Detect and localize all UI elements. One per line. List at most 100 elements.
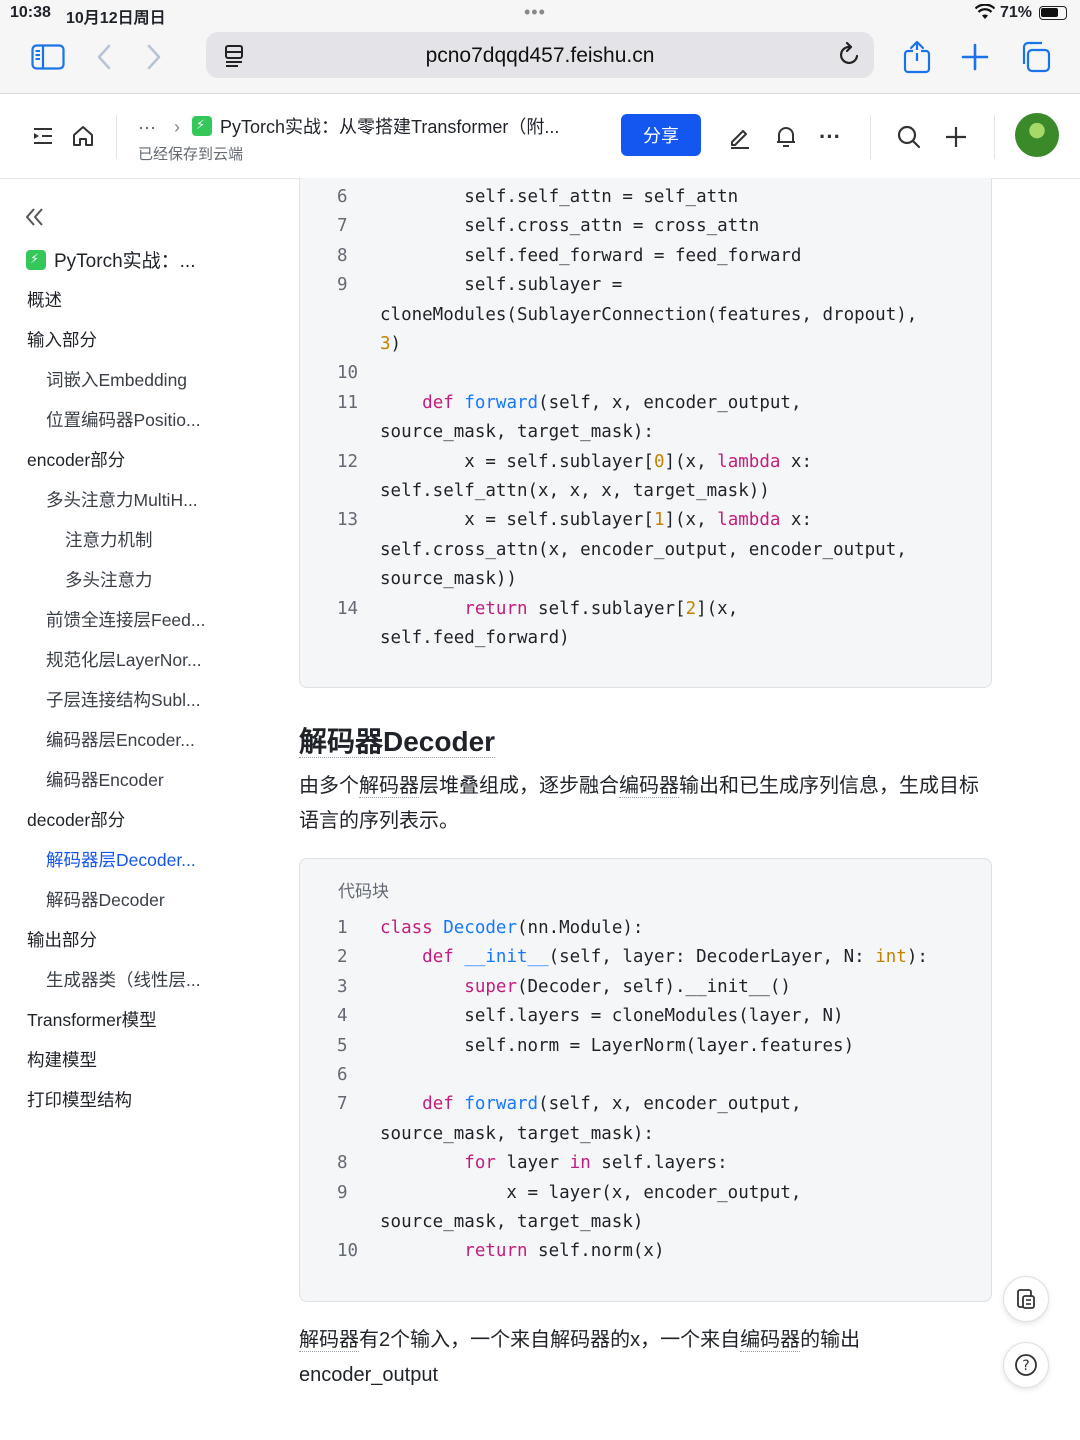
breadcrumb-more[interactable]: ··· [138,117,156,137]
code-text: class Decoder(nn.Module): [380,918,644,938]
toc-item[interactable]: 概述 [27,287,62,312]
share-sheet-icon[interactable] [900,40,934,74]
toc-doc-title[interactable]: PyTorch实战：... [26,246,195,273]
line-number: 12 [337,451,359,472]
code-line: source_mask, target_mask) [300,1208,991,1237]
avatar[interactable] [1015,113,1059,157]
toc-item[interactable]: 词嵌入Embedding [46,367,187,392]
toc-item[interactable]: 解码器Decoder [46,887,165,912]
copy-doc-icon[interactable] [1003,1276,1049,1322]
toc-icon[interactable] [30,123,56,149]
forward-icon[interactable] [142,40,166,74]
code-line: source_mask, target_mask): [300,1120,991,1149]
glossary-term[interactable]: 解码器 [359,775,419,798]
wifi-icon [974,3,996,24]
toc-item[interactable]: 解码器层Decoder... [46,847,196,872]
toc-item[interactable]: 输入部分 [27,327,97,352]
toc-item[interactable]: 多头注意力 [65,567,153,592]
code-text: self.feed_forward) [380,628,570,648]
code-text: x = self.sublayer[1](x, lambda x: [380,510,812,531]
line-number: 10 [337,363,359,384]
chevron-right-icon: › [173,117,180,137]
code-line: 5 self.norm = LayerNorm(layer.features) [300,1032,991,1061]
code-line: 4 self.layers = cloneModules(layer, N) [300,1002,991,1031]
section-heading: 解码器Decoder [299,720,496,760]
code-line: 9 self.sublayer = [300,271,991,300]
code-text: x = layer(x, encoder_output, [380,1182,802,1203]
code-text: return self.norm(x) [464,1241,665,1262]
toc-item[interactable]: 子层连接结构Subl... [46,687,201,712]
code-text: source_mask, target_mask): [380,422,654,443]
toc-item[interactable]: 生成器类（线性层... [46,967,201,992]
code-line: source_mask, target_mask): [300,418,991,447]
line-number: 1 [337,918,348,938]
code-line: 6 self.self_attn = self_attn [300,183,991,212]
back-icon[interactable] [92,40,116,74]
more-icon[interactable]: ··· [816,123,844,151]
paragraph: 解码器有2个输入，一个来自解码器的x，一个来自编码器的输出 encoder_out… [299,1329,861,1386]
code-line: self.cross_attn(x, encoder_output, encod… [300,536,991,565]
line-number: 6 [337,187,348,207]
code-text: return self.sublayer[2](x, [464,598,739,619]
toc-item[interactable]: 编码器Encoder [46,767,164,792]
code-text: self.cross_attn(x, encoder_output, encod… [380,539,907,560]
toc-item[interactable]: 多头注意力MultiH... [46,487,198,512]
edit-icon[interactable] [726,123,754,151]
address-bar[interactable]: pcno7dqqd457.feishu.cn [206,32,874,78]
share-button[interactable]: 分享 [621,114,701,156]
battery-icon [1039,6,1067,20]
toc-sidebar: PyTorch实战：... 概述输入部分词嵌入Embedding 位置编码器Pos… [0,180,260,1440]
code-line: 11 def forward(self, x, encoder_output, [300,389,991,418]
help-icon[interactable]: ? [1003,1342,1049,1388]
toc-item[interactable]: Transformer模型 [27,1007,157,1032]
line-number: 7 [337,216,348,237]
toc-item[interactable]: 规范化层LayerNor... [46,647,202,672]
glossary-term[interactable]: 编码器 [740,1329,801,1352]
code-text: def forward(self, x, encoder_output, [422,1094,802,1115]
code-line: 14 return self.sublayer[2](x, [300,595,991,624]
code-text: x = self.sublayer[0](x, lambda x: [380,451,812,472]
plus-icon[interactable] [942,123,970,151]
toc-item[interactable]: 构建模型 [27,1047,97,1072]
new-tab-icon[interactable] [960,40,990,74]
line-number: 8 [337,245,348,266]
code-line: cloneModules(SublayerConnection(features… [300,301,991,330]
line-number: 5 [337,1035,348,1056]
toc-item[interactable]: 前馈全连接层Feed... [46,607,205,632]
code-block[interactable]: 代码块 1 class Decoder(nn.Module): 2 def __in… [299,858,992,1302]
code-line: 13 x = self.sublayer[1](x, lambda x: [300,506,991,535]
section-paragraph: 由多个解码器层堆叠组成，逐步融合编码器输出和已生成序列信息，生成目标语言的序列表… [299,775,979,832]
glossary-term[interactable]: 编码器 [619,775,679,798]
sidebar-icon[interactable] [30,40,66,74]
multitask-dots-icon[interactable]: ••• [524,2,546,23]
svg-text:?: ? [1022,1358,1029,1374]
glossary-term[interactable]: 解码器 [299,1329,359,1352]
status-date: 10月12日周日 [66,10,166,27]
toc-item[interactable]: 注意力机制 [65,527,153,552]
toc-item[interactable]: encoder部分 [27,447,125,472]
toc-item[interactable]: 打印模型结构 [27,1087,132,1112]
toc-item[interactable]: 位置编码器Positio... [46,407,201,432]
code-line: 3) [300,330,991,359]
doc-header: ··· › PyTorch实战：从零搭建Transformer（附... 已经保存到… [0,95,1080,179]
search-icon[interactable] [895,123,923,151]
doc-title[interactable]: PyTorch实战：从零搭建Transformer（附... [220,117,559,137]
bell-icon[interactable] [772,123,800,151]
breadcrumb[interactable]: ··· › PyTorch实战：从零搭建Transformer（附... [138,113,559,139]
code-text: self.cross_attn = cross_attn [380,216,760,237]
line-number: 13 [337,510,359,531]
toc-item[interactable]: 输出部分 [27,927,97,952]
code-line: self.self_attn(x, x, x, target_mask)) [300,477,991,506]
code-text: def __init__(self, layer: DecoderLayer, … [422,947,928,968]
toc-item[interactable]: 编码器层Encoder... [46,727,195,752]
toc-item[interactable]: decoder部分 [27,807,125,832]
home-icon[interactable] [70,123,96,149]
code-line: 8 for layer in self.layers: [300,1149,991,1178]
reload-icon[interactable] [838,41,862,73]
tabs-icon[interactable] [1018,40,1052,74]
line-number: 14 [337,598,359,619]
line-number: 10 [337,1241,359,1262]
line-number: 7 [337,1094,348,1115]
collapse-icon[interactable] [24,206,46,233]
code-block[interactable]: 6 self.self_attn = self_attn 7 self.cross… [299,178,992,688]
